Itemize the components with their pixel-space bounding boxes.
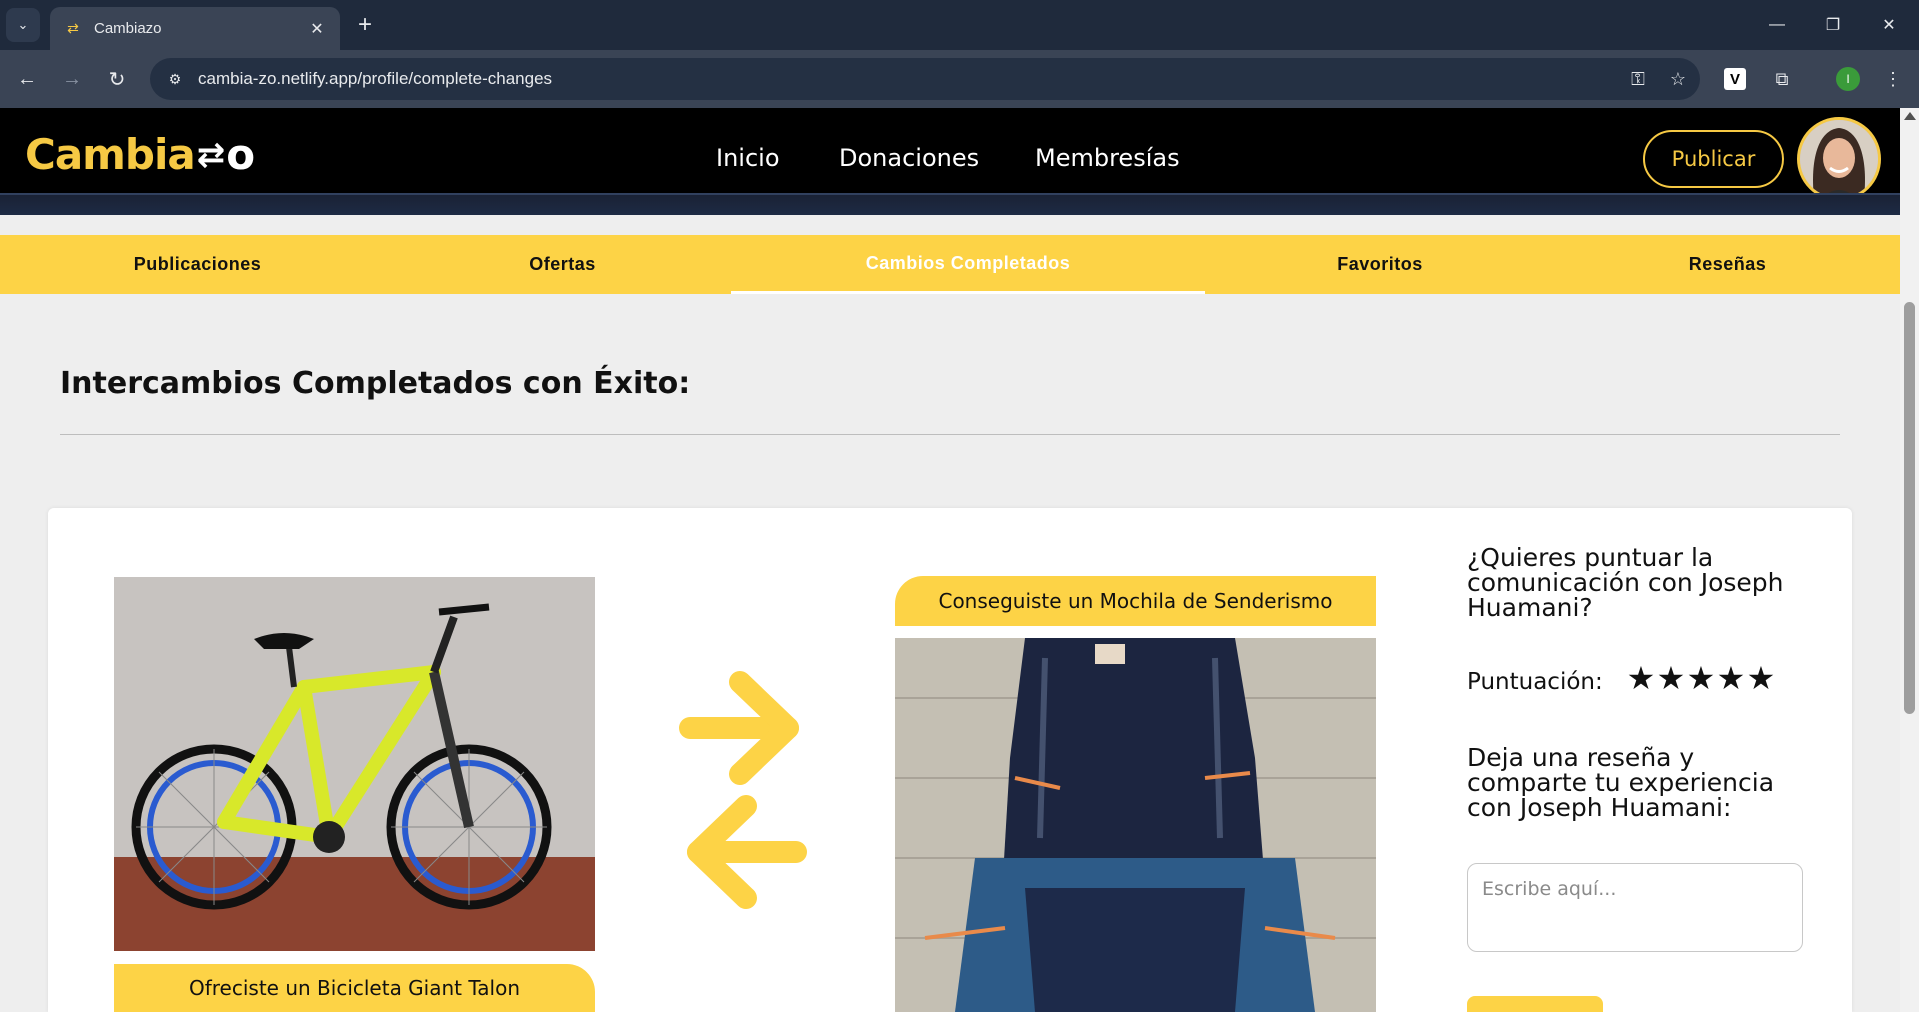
header-stripe (0, 193, 1900, 215)
password-key-icon[interactable]: ⚿ (1620, 61, 1656, 97)
url-text[interactable]: cambia-zo.netlify.app/profile/complete-c… (198, 69, 1620, 89)
back-icon[interactable]: ← (10, 62, 44, 96)
address-bar[interactable]: ⚙ cambia-zo.netlify.app/profile/complete… (150, 58, 1700, 100)
scrollbar-thumb[interactable] (1904, 302, 1915, 714)
star-3-icon[interactable]: ★ (1686, 660, 1716, 696)
star-2-icon[interactable]: ★ (1656, 660, 1686, 696)
star-rating: ★ ★ ★ ★ ★ (1626, 660, 1776, 696)
browser-profile-avatar[interactable]: I (1836, 67, 1860, 91)
cambiazo-logo[interactable]: Cambia ⇄ o (25, 130, 255, 179)
bicycle-image (114, 577, 595, 951)
score-label: Puntuación: (1467, 669, 1603, 695)
cambiazo-favicon-icon: ⇄ (67, 20, 79, 36)
nav-donaciones[interactable]: Donaciones (839, 144, 979, 172)
browser-tab[interactable]: ⇄ Cambiazo ✕ (50, 7, 340, 50)
bookmark-star-icon[interactable]: ☆ (1660, 61, 1696, 97)
star-4-icon[interactable]: ★ (1716, 660, 1746, 696)
offered-item-label: Ofreciste un Bicicleta Giant Talon (114, 964, 595, 1012)
review-question: Deja una reseña y comparte tu experienci… (1467, 743, 1775, 822)
tab-ofertas[interactable]: Ofertas (395, 235, 730, 294)
title-divider (60, 434, 1840, 435)
review-textarea[interactable]: Escribe aquí... (1467, 863, 1803, 952)
nav-inicio[interactable]: Inicio (716, 144, 780, 172)
star-1-icon[interactable]: ★ (1626, 660, 1656, 696)
offered-item-photo (114, 577, 595, 951)
close-window-icon[interactable]: ✕ (1862, 0, 1916, 50)
tab-search-chevron-icon[interactable]: ⌄ (6, 8, 40, 42)
close-tab-icon[interactable]: ✕ (308, 20, 326, 38)
page-scrollbar[interactable] (1900, 108, 1919, 1012)
publish-button[interactable]: Publicar (1643, 130, 1784, 188)
profile-tabs: Publicaciones Ofertas Cambios Completado… (0, 235, 1900, 294)
scroll-up-arrow-icon[interactable] (1904, 112, 1916, 120)
browser-tab-strip: ⌄ ⇄ Cambiazo ✕ + — ❐ ✕ (0, 0, 1919, 50)
logo-swap-arrows-icon: ⇄ (196, 134, 225, 175)
star-5-icon[interactable]: ★ (1746, 660, 1776, 696)
tab-favoritos[interactable]: Favoritos (1205, 235, 1555, 294)
submit-review-button[interactable] (1467, 996, 1603, 1012)
new-tab-icon[interactable]: + (350, 10, 380, 40)
received-item-photo (895, 638, 1376, 1012)
nav-membresias[interactable]: Membresías (1035, 144, 1180, 172)
site-info-icon[interactable]: ⚙ (164, 68, 186, 90)
browser-toolbar: ← → ↻ ⚙ cambia-zo.netlify.app/profile/co… (0, 50, 1919, 108)
tab-resenas[interactable]: Reseñas (1555, 235, 1900, 294)
swap-arrows-icon (679, 671, 807, 909)
user-avatar-photo (1800, 120, 1878, 198)
site-header: Cambia ⇄ o Inicio Donaciones Membresías … (0, 108, 1900, 215)
restore-icon[interactable]: ❐ (1806, 0, 1860, 50)
received-item-label: Conseguiste un Mochila de Senderismo (895, 576, 1376, 626)
logo-suffix: o (226, 130, 255, 179)
tab-cambios-completados[interactable]: Cambios Completados (731, 235, 1205, 294)
browser-menu-icon[interactable]: ⋮ (1876, 62, 1910, 96)
minimize-icon[interactable]: — (1750, 0, 1804, 50)
rating-question: ¿Quieres puntuar la comunicación con Jos… (1467, 543, 1784, 622)
tab-title: Cambiazo (94, 20, 162, 37)
reload-icon[interactable]: ↻ (100, 62, 134, 96)
extensions-puzzle-icon[interactable]: ⧉ (1765, 62, 1799, 96)
logo-text: Cambia (25, 130, 196, 179)
forward-icon[interactable]: → (55, 62, 89, 96)
page-title: Intercambios Completados con Éxito: (60, 366, 691, 401)
vimeo-extension-icon[interactable]: V (1724, 68, 1746, 90)
user-avatar[interactable] (1797, 117, 1881, 201)
tab-publicaciones[interactable]: Publicaciones (0, 235, 395, 294)
backpack-image (895, 638, 1376, 1012)
